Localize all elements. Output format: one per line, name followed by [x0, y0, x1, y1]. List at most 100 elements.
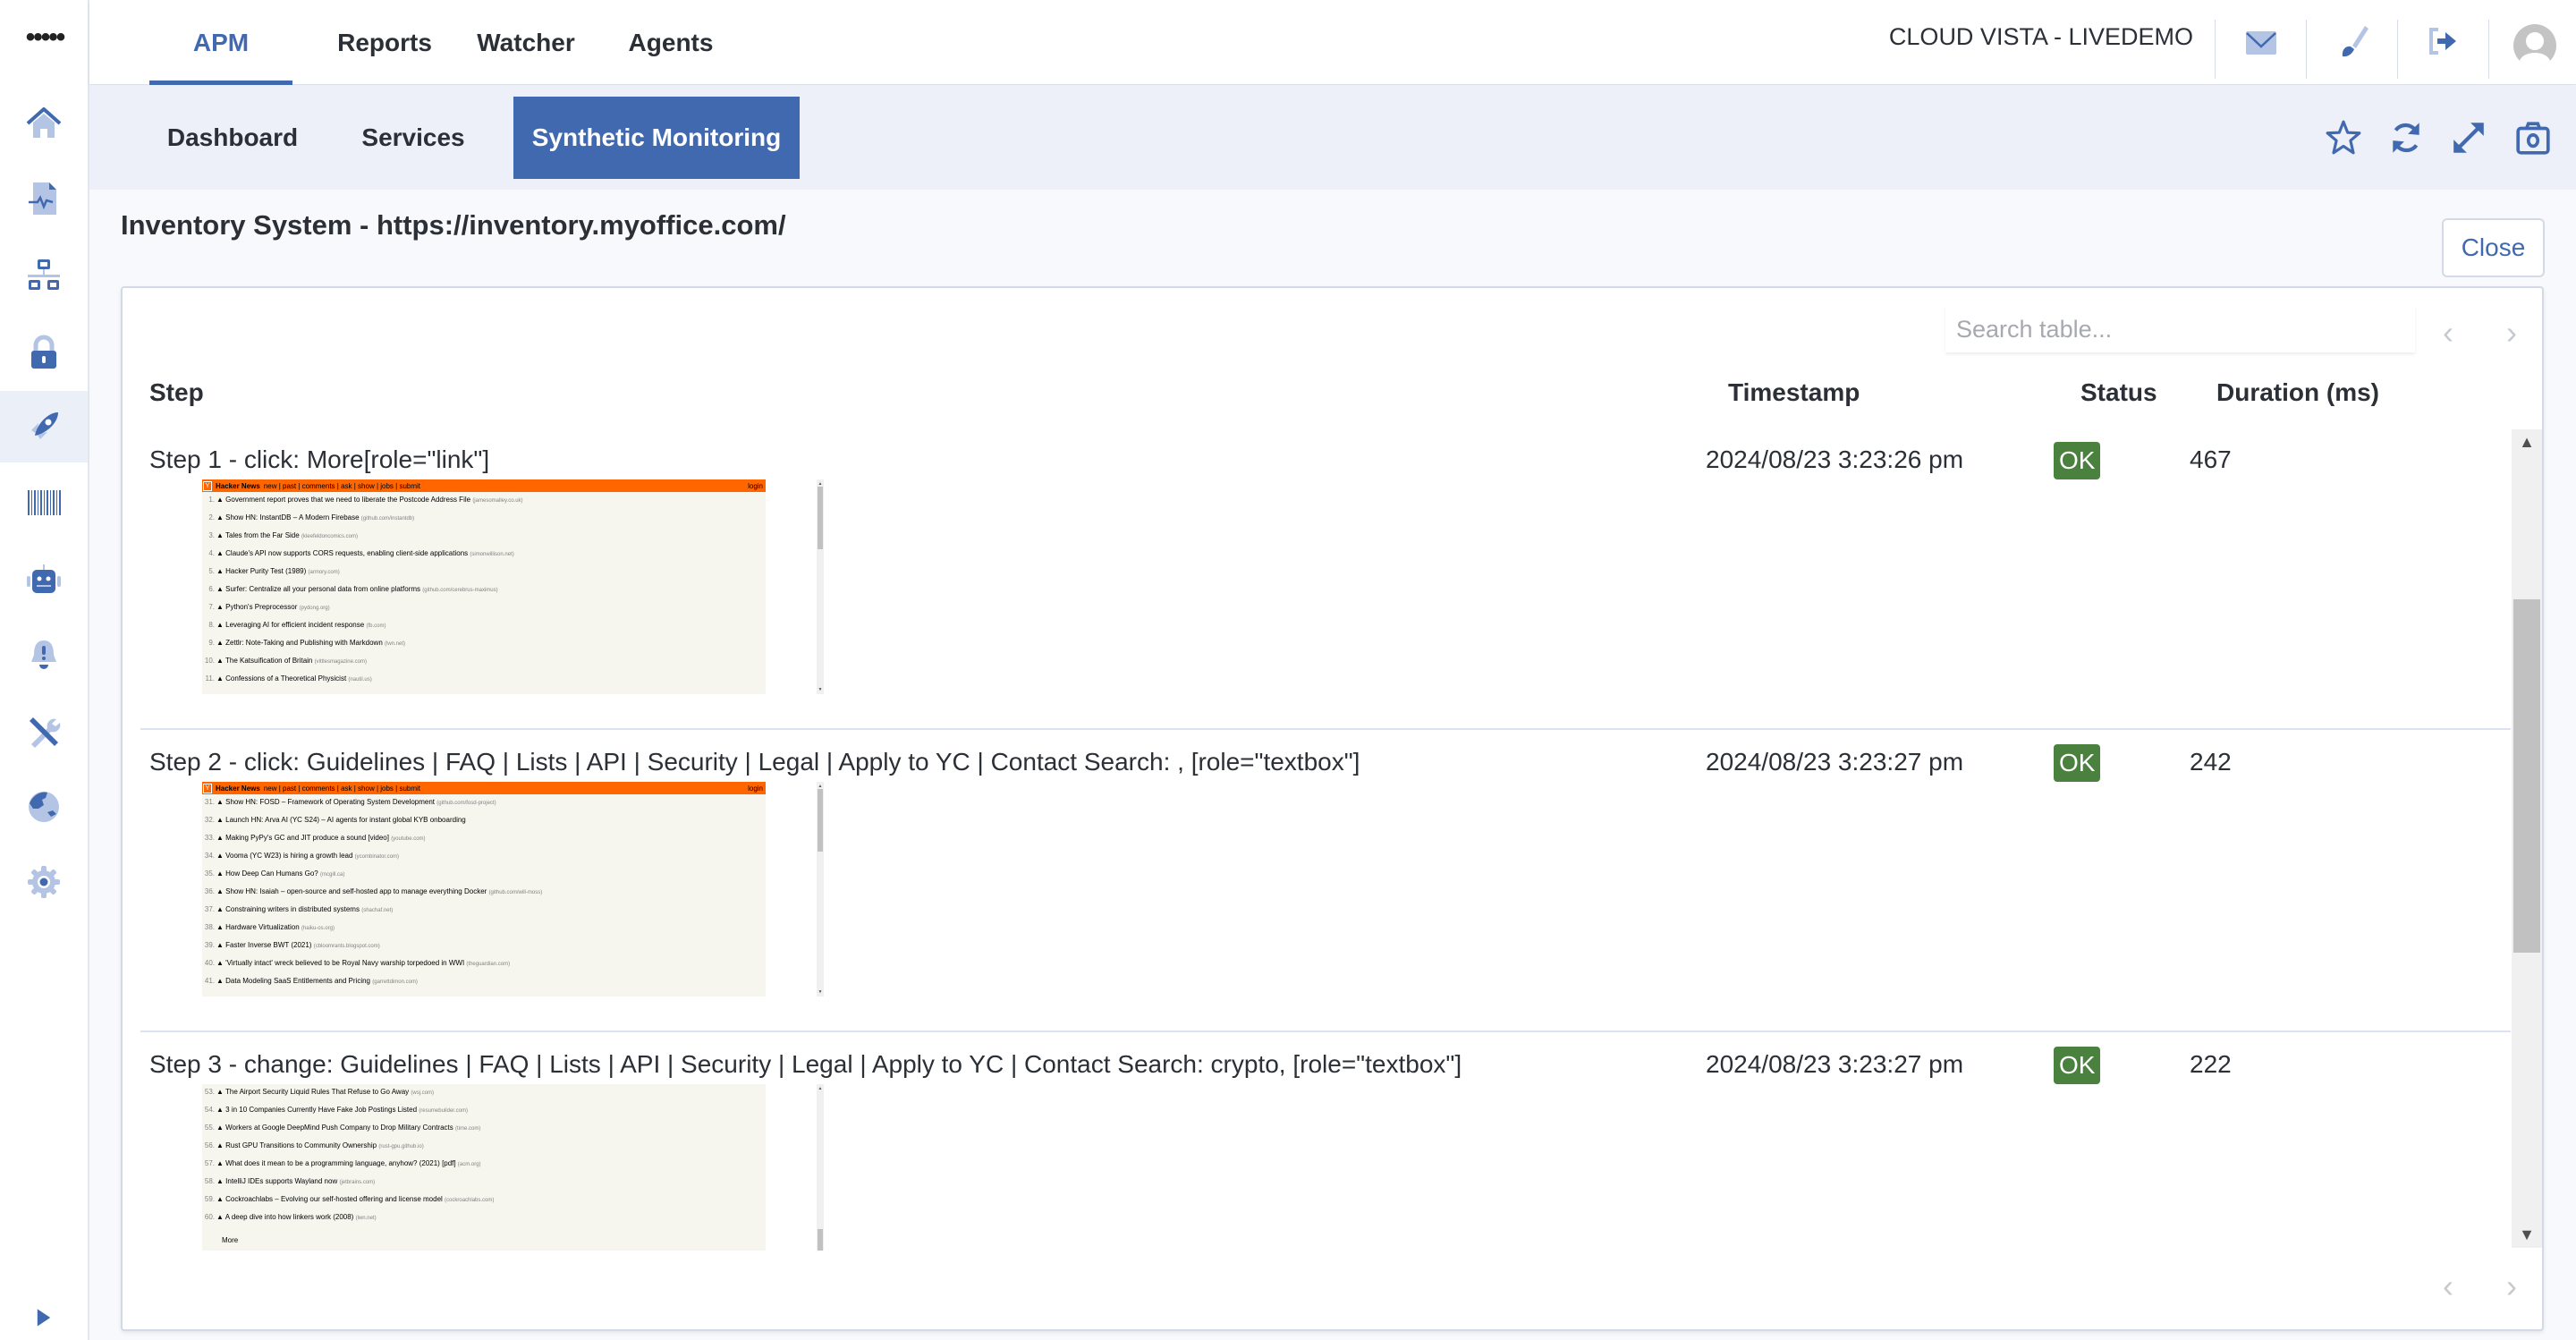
scroll-down-arrow[interactable]: ▼ — [817, 687, 824, 692]
sidebar-item-settings[interactable] — [0, 846, 88, 918]
scroll-down-arrow[interactable]: ▼ — [2512, 1226, 2542, 1244]
pager-next-bottom[interactable]: › — [2498, 1268, 2525, 1304]
tab-agents[interactable]: Agents — [608, 0, 733, 85]
sidebar-item-tools[interactable] — [0, 696, 88, 768]
sidebar-item-reports[interactable] — [0, 163, 88, 234]
hn-site: (nautil.us) — [348, 677, 372, 683]
search-input[interactable] — [1945, 306, 2415, 352]
column-header-duration[interactable]: Duration (ms) — [2216, 378, 2379, 407]
sidebar-item-inventory[interactable] — [0, 467, 88, 539]
hn-site: (mcgill.ca) — [319, 872, 345, 878]
page-title: Inventory System - https://inventory.myo… — [121, 209, 786, 241]
scrollbar-thumb[interactable] — [818, 487, 823, 549]
tab-dashboard[interactable]: Dashboard — [143, 97, 322, 179]
sidebar-item-topology[interactable] — [0, 240, 88, 311]
hn-title: Data Modeling SaaS Entitlements and Pric… — [225, 977, 371, 985]
scrollbar-thumb[interactable] — [2513, 598, 2540, 953]
scrollbar-thumb[interactable] — [818, 789, 823, 852]
hn-site: (time.com) — [455, 1126, 481, 1132]
hn-item: 39. ▲ Faster Inverse BWT (2021) (cbloomra… — [204, 941, 766, 959]
sidebar-item-apm[interactable] — [0, 391, 88, 462]
tab-synthetic-monitoring[interactable]: Synthetic Monitoring — [513, 97, 800, 179]
mail-button[interactable] — [2215, 20, 2306, 79]
column-header-timestamp[interactable]: Timestamp — [1728, 378, 1860, 407]
hn-subtext — [224, 684, 766, 691]
sidebar-item-home[interactable] — [0, 88, 88, 159]
hn-subtext — [224, 523, 766, 530]
column-header-step[interactable]: Step — [149, 378, 204, 407]
refresh-button[interactable] — [2385, 116, 2428, 159]
hn-subtext — [224, 844, 766, 851]
sidebar-item-security[interactable] — [0, 317, 88, 388]
hn-title: A deep dive into how linkers work (2008) — [225, 1213, 354, 1221]
table-row[interactable]: Step 2 - click: Guidelines | FAQ | Lists… — [140, 730, 2511, 1032]
hn-subtext — [224, 595, 766, 602]
hn-item: 59. ▲ Cockroachlabs – Evolving our self-h… — [204, 1195, 766, 1213]
step-screenshot[interactable]: Y Hacker News new | past | comments | as… — [202, 479, 828, 694]
hn-rank: 58. — [204, 1177, 215, 1185]
hn-rank: 41. — [204, 977, 215, 985]
more-dots-icon[interactable]: ••••• — [0, 20, 89, 55]
hn-site: (fb.com) — [366, 623, 386, 629]
favorite-button[interactable] — [2322, 116, 2365, 159]
close-button[interactable]: Close — [2442, 218, 2545, 277]
hn-item: 55. ▲ Workers at Google DeepMind Push Com… — [204, 1124, 766, 1141]
gear-icon — [28, 866, 60, 898]
hn-rank: 2. — [208, 513, 215, 522]
theme-button[interactable] — [2306, 20, 2397, 79]
hn-item: 35. ▲ How Deep Can Humans Go? (mcgill.ca) — [204, 869, 766, 887]
screenshot-scrollbar[interactable]: ▲ ▼ — [817, 782, 824, 997]
sidebar-item-alerts[interactable] — [0, 619, 88, 691]
hn-site: (cbloomrants.blogspot.com) — [313, 944, 380, 949]
hn-item: 10. ▲ The Katsuification of Britain (vitt… — [204, 657, 766, 674]
hn-item: 8. ▲ Leveraging AI for efficient incident… — [204, 621, 766, 639]
scroll-up-arrow[interactable]: ▲ — [2512, 433, 2542, 452]
logout-icon — [2428, 28, 2456, 55]
step-timestamp: 2024/08/23 3:23:27 pm — [1706, 1050, 1964, 1078]
fullscreen-button[interactable] — [2447, 116, 2490, 159]
sidebar-item-agents[interactable] — [0, 544, 88, 615]
tab-apm[interactable]: APM — [149, 0, 292, 85]
scroll-up-arrow[interactable]: ▲ — [817, 1086, 824, 1091]
hn-item: 38. ▲ Hardware Virtualization (haiku-os.o… — [204, 923, 766, 941]
scroll-down-arrow[interactable]: ▼ — [817, 989, 824, 995]
screenshot-scrollbar[interactable]: ▲ ▼ — [817, 1084, 824, 1251]
screenshot-scrollbar[interactable]: ▲ ▼ — [817, 479, 824, 694]
hn-list: 53. ▲ The Airport Security Liquid Rules T… — [202, 1084, 766, 1231]
column-header-status[interactable]: Status — [2080, 378, 2157, 407]
table-row[interactable]: Step 1 - click: More[role="link"] 2024/0… — [140, 428, 2511, 730]
user-avatar[interactable] — [2488, 20, 2576, 79]
scrollbar-thumb[interactable] — [818, 1229, 823, 1251]
brush-icon — [2342, 26, 2368, 57]
table-scrollbar[interactable]: ▲ ▼ — [2512, 429, 2542, 1248]
hn-rank: 4. — [208, 549, 215, 557]
step-screenshot[interactable]: 53. ▲ The Airport Security Liquid Rules T… — [202, 1084, 828, 1251]
refresh-icon — [2393, 123, 2419, 153]
hn-title: Hacker Purity Test (1989) — [225, 567, 307, 575]
mail-icon — [2245, 31, 2276, 55]
tab-services[interactable]: Services — [340, 97, 487, 179]
hn-site: (youtube.com) — [391, 836, 426, 842]
hn-site: (jamesomalley.co.uk) — [472, 498, 523, 504]
sidebar-item-map[interactable] — [0, 771, 88, 843]
hn-subtext — [224, 861, 766, 869]
pager-next-top[interactable]: › — [2498, 315, 2525, 351]
screenshot-button[interactable] — [2512, 116, 2555, 159]
table-row[interactable]: Step 3 - change: Guidelines | FAQ | List… — [140, 1032, 2511, 1251]
hn-item: 60. ▲ A deep dive into how linkers work (… — [204, 1213, 766, 1231]
hn-subtext — [224, 1187, 766, 1194]
pager-prev-bottom[interactable]: ‹ — [2435, 1268, 2462, 1304]
tab-reports[interactable]: Reports — [322, 0, 447, 85]
step-screenshot[interactable]: Y Hacker News new | past | comments | as… — [202, 782, 828, 997]
hn-subtext — [224, 1205, 766, 1212]
hn-title: Surfer: Centralize all your personal dat… — [225, 585, 421, 593]
hn-site: (kleefeldoncomics.com) — [301, 534, 358, 539]
hn-list: 1. ▲ Government report proves that we nee… — [202, 492, 766, 692]
pager-prev-top[interactable]: ‹ — [2435, 315, 2462, 351]
sidebar-expand-button[interactable] — [0, 1295, 88, 1340]
logout-button[interactable] — [2397, 20, 2488, 79]
tab-watcher[interactable]: Watcher — [463, 0, 589, 85]
hn-subtext — [224, 951, 766, 958]
hn-subtext — [224, 915, 766, 922]
hn-links: new | past | comments | ask | show | job… — [263, 481, 421, 490]
